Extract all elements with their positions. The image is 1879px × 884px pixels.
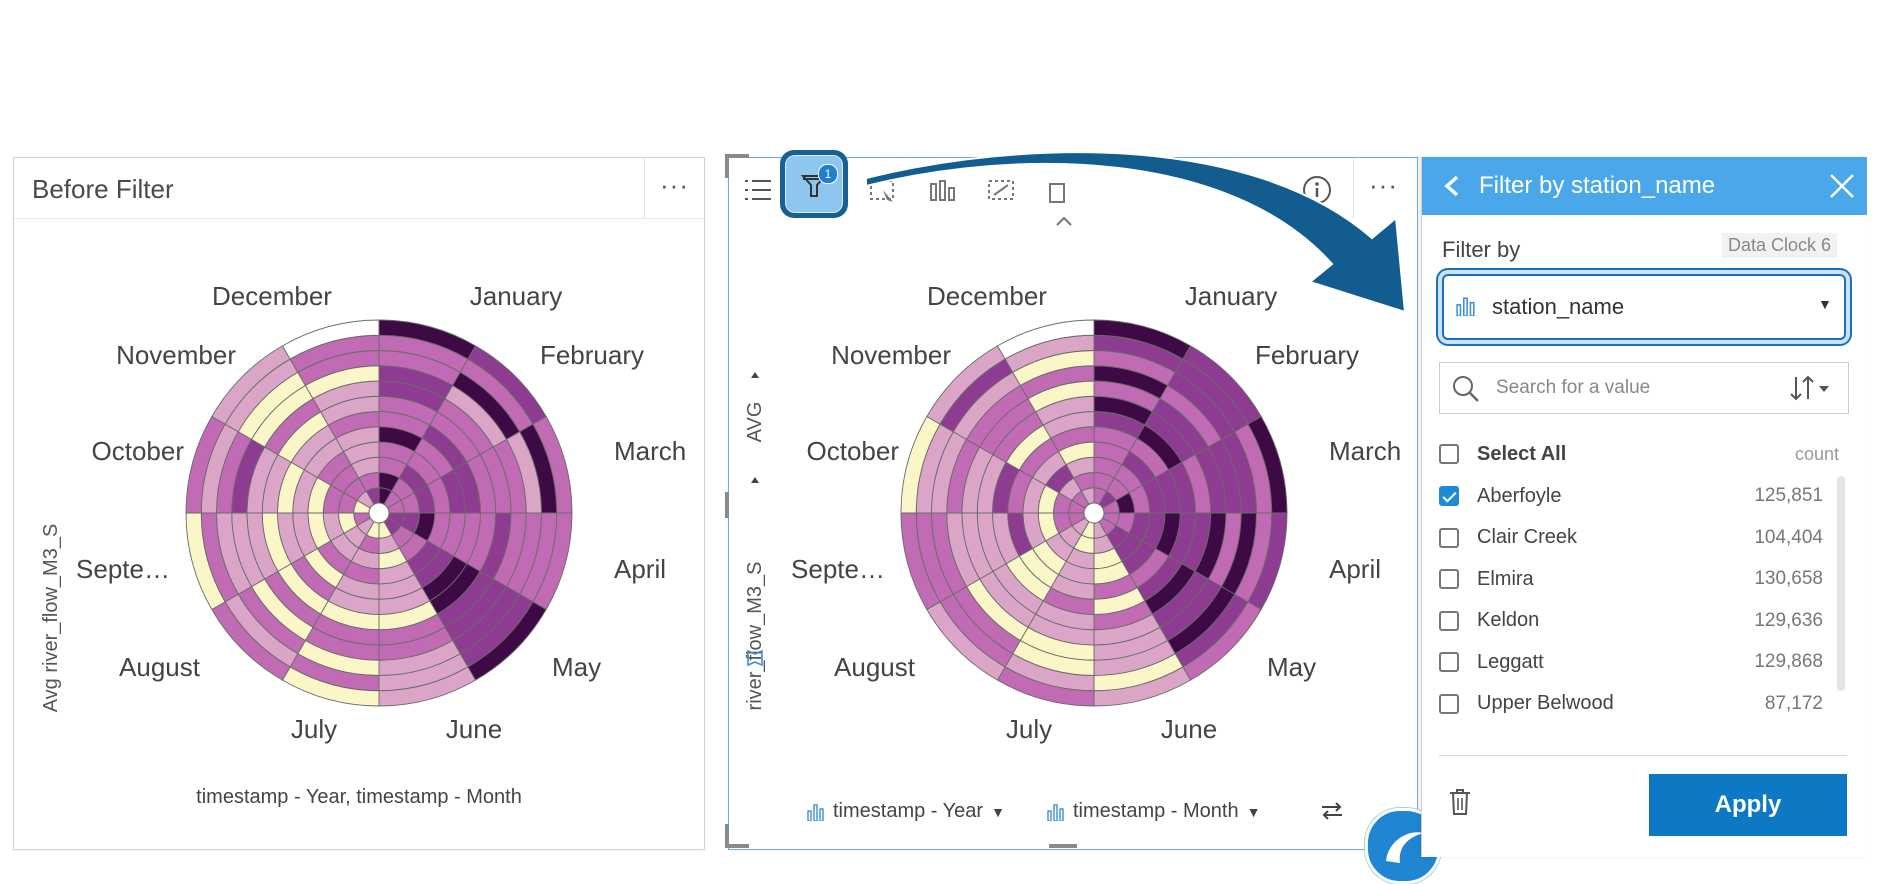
month-label: October: [807, 436, 900, 466]
search-icon: [1453, 376, 1479, 402]
list-scrollbar[interactable]: [1837, 476, 1845, 691]
footer-divider: [1439, 755, 1847, 756]
count-header: count: [1794, 443, 1839, 464]
month-label: February: [540, 340, 644, 370]
list-item[interactable]: Upper Belwood 87,172: [1439, 687, 1839, 721]
x-axis-month-pill[interactable]: timestamp - Month ▼: [1047, 800, 1260, 823]
axis-pill-label: timestamp - Year: [833, 800, 984, 822]
card-reference-label: Data Clock 6: [1722, 233, 1838, 258]
month-label: January: [470, 281, 563, 311]
panel-title: Filter by station_name: [1479, 172, 1716, 199]
field-dropdown-icon[interactable]: [751, 477, 759, 483]
field-select-value: station_name: [1492, 294, 1625, 319]
search-input[interactable]: Search for a value: [1439, 362, 1849, 414]
month-label: October: [92, 436, 185, 466]
data-clock-chart-before: December January November February October Ma…: [40, 281, 686, 744]
month-label: June: [446, 714, 502, 744]
close-icon[interactable]: [1828, 172, 1856, 200]
back-chevron-icon[interactable]: [1442, 174, 1462, 198]
item-count: 129,636: [1754, 609, 1823, 631]
apply-button[interactable]: Apply: [1649, 774, 1847, 836]
clock-center: [1083, 502, 1105, 524]
y-axis-aggregation[interactable]: AVG: [744, 402, 766, 443]
month-label: May: [1267, 652, 1316, 682]
item-count: 130,658: [1754, 568, 1823, 589]
data-clock-rings: [900, 319, 1288, 707]
aggregation-dropdown-icon[interactable]: [751, 372, 759, 378]
item-checkbox[interactable]: [1439, 693, 1459, 714]
item-label: Leggatt: [1477, 650, 1544, 673]
month-label: July: [291, 714, 337, 744]
list-item[interactable]: Aberfoyle 125,851: [1439, 479, 1839, 513]
select-all-row[interactable]: Select All count: [1439, 437, 1839, 471]
list-item[interactable]: Keldon 129,636: [1439, 604, 1839, 638]
item-label: Clair Creek: [1477, 526, 1578, 548]
chevron-down-icon: ▼: [991, 803, 1005, 820]
y-axis-field[interactable]: river_flow_M3_S: [744, 562, 766, 711]
bar-chart-icon: [1047, 803, 1064, 821]
item-checkbox[interactable]: [1439, 569, 1459, 589]
item-label: Upper Belwood: [1477, 692, 1614, 714]
item-count: 125,851: [1754, 485, 1823, 506]
bar-chart-icon: [1456, 297, 1475, 316]
item-label: Aberfoyle: [1477, 484, 1562, 507]
sort-icon[interactable]: [1788, 373, 1834, 403]
month-label: November: [831, 340, 951, 370]
month-label: February: [1255, 340, 1359, 370]
month-label: March: [614, 436, 686, 466]
list-item[interactable]: Leggatt 129,868: [1439, 645, 1839, 679]
filter-panel: Filter by station_name Filter by Data Cl…: [1421, 157, 1867, 857]
month-label: January: [1185, 281, 1278, 311]
month-label: August: [834, 652, 916, 682]
item-count: 87,172: [1764, 692, 1823, 714]
month-label: July: [1006, 714, 1052, 744]
before-filter-card: Before Filter ··· December January Novembe…: [13, 157, 705, 850]
data-clock-rings: [185, 319, 573, 707]
item-count: 104,404: [1754, 526, 1823, 548]
clock-center: [368, 502, 390, 524]
select-all-label: Select All: [1477, 442, 1567, 465]
x-axis-label: timestamp - Year, timestamp - Month: [196, 786, 522, 808]
bar-chart-icon: [807, 803, 824, 821]
filter-by-label: Filter by: [1442, 237, 1521, 262]
axis-pill-label: timestamp - Month: [1073, 800, 1239, 822]
trash-icon[interactable]: [1448, 787, 1472, 817]
y-axis-label: Avg river_flow_M3_S: [40, 524, 62, 713]
item-label: Elmira: [1477, 567, 1534, 590]
month-label: April: [614, 554, 666, 584]
month-label: Septe…: [791, 554, 885, 584]
select-all-checkbox[interactable]: [1439, 444, 1459, 464]
data-clock-chart-after: December January November February October Ma…: [744, 281, 1401, 744]
month-label: November: [116, 340, 236, 370]
list-item[interactable]: Elmira 130,658: [1439, 562, 1839, 596]
chevron-down-icon: ▼: [1818, 296, 1832, 312]
month-label: December: [212, 281, 332, 311]
month-label: May: [552, 652, 601, 682]
month-label: December: [927, 281, 1047, 311]
item-label: Keldon: [1477, 609, 1540, 631]
month-label: June: [1161, 714, 1217, 744]
month-label: Septe…: [76, 554, 170, 584]
item-checkbox[interactable]: [1439, 610, 1459, 631]
item-count: 129,868: [1754, 651, 1823, 672]
item-checkbox[interactable]: [1439, 527, 1459, 548]
after-filter-card: 1 ··· December January November February Oct…: [725, 150, 1441, 884]
x-axis-year-pill[interactable]: timestamp - Year ▼: [807, 800, 1005, 823]
month-label: August: [119, 652, 201, 682]
search-placeholder: Search for a value: [1496, 377, 1651, 398]
list-item[interactable]: Clair Creek 104,404: [1439, 521, 1839, 555]
month-label: March: [1329, 436, 1401, 466]
item-checkbox[interactable]: [1439, 486, 1459, 506]
item-checkbox[interactable]: [1439, 652, 1459, 672]
field-select[interactable]: station_name ▼: [1442, 274, 1846, 340]
month-label: April: [1329, 554, 1381, 584]
chevron-down-icon: ▼: [1246, 803, 1261, 820]
panel-header: Filter by station_name: [1422, 157, 1867, 215]
swap-axes-icon[interactable]: [1319, 800, 1345, 822]
